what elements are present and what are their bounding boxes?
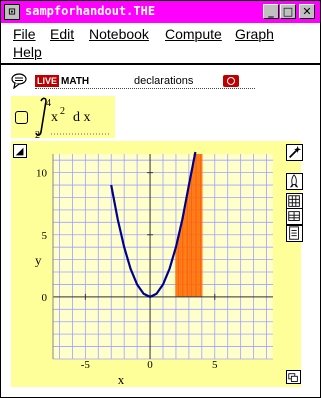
- integral-expression-box[interactable]: 4 2 x 2 d x: [11, 96, 115, 138]
- menu-help[interactable]: Help: [13, 44, 42, 60]
- menu-bar: File Edit Notebook Compute Graph Help: [1, 23, 320, 63]
- speech-balloon-icon[interactable]: [11, 73, 27, 89]
- menu-separator: [1, 63, 320, 65]
- x-tick-label: 0: [147, 359, 153, 371]
- menu-notebook[interactable]: Notebook: [89, 26, 149, 42]
- close-button[interactable]: ✕: [299, 4, 315, 19]
- plot-container[interactable]: -5 0 5 0 5 10 x y: [11, 141, 303, 387]
- y-tick-label: 10: [36, 168, 48, 180]
- x-tick-label: -5: [81, 359, 91, 371]
- lower-limit: 2: [35, 130, 40, 138]
- integrand-variable: x: [51, 110, 58, 125]
- plot-area[interactable]: -5 0 5 0 5 10 x y: [11, 141, 286, 387]
- notebook-toolbar: LIVE MATH declarations: [11, 73, 255, 91]
- upper-limit: 4: [46, 98, 51, 109]
- window-title: sampforhandout.THE: [25, 4, 156, 18]
- copy-frame-icon[interactable]: [286, 370, 301, 384]
- livemath-logo-prefix: LIVE: [35, 75, 60, 87]
- magic-wand-icon[interactable]: [286, 144, 303, 161]
- y-tick-label: 0: [42, 292, 48, 304]
- x-axis-label: x: [118, 372, 125, 387]
- app-icon[interactable]: ⊡: [4, 4, 20, 20]
- table-icon[interactable]: [286, 208, 303, 225]
- document-icon[interactable]: [286, 225, 303, 242]
- plot-grid: [53, 154, 273, 360]
- menu-file[interactable]: File: [13, 26, 36, 42]
- differential: d x: [73, 110, 91, 125]
- maximize-button[interactable]: □: [280, 4, 296, 19]
- application-window: ⊡ sampforhandout.THE _ □ ✕ File Edit Not…: [0, 0, 321, 398]
- integrand-exponent: 2: [60, 106, 65, 117]
- toolbar-dotted-rule: [35, 88, 255, 89]
- menu-graph[interactable]: Graph: [235, 26, 274, 42]
- rocket-icon[interactable]: [286, 173, 303, 190]
- menu-edit[interactable]: Edit: [50, 26, 74, 42]
- y-tick-label: 5: [42, 230, 48, 242]
- title-bar[interactable]: ⊡ sampforhandout.THE _ □ ✕: [1, 1, 320, 23]
- expression-checkbox[interactable]: [15, 111, 28, 124]
- livemath-logo-suffix: MATH: [61, 75, 90, 87]
- declarations-label[interactable]: declarations: [134, 75, 193, 87]
- y-axis-label: y: [35, 253, 42, 268]
- menu-compute[interactable]: Compute: [165, 26, 222, 42]
- integral-expression: 4 2 x 2 d x: [35, 97, 111, 138]
- minimize-button[interactable]: _: [263, 4, 279, 19]
- livemath-logo: LIVE MATH: [35, 75, 89, 87]
- livemath-small-icon[interactable]: [223, 75, 239, 87]
- x-tick-label: 5: [212, 359, 218, 371]
